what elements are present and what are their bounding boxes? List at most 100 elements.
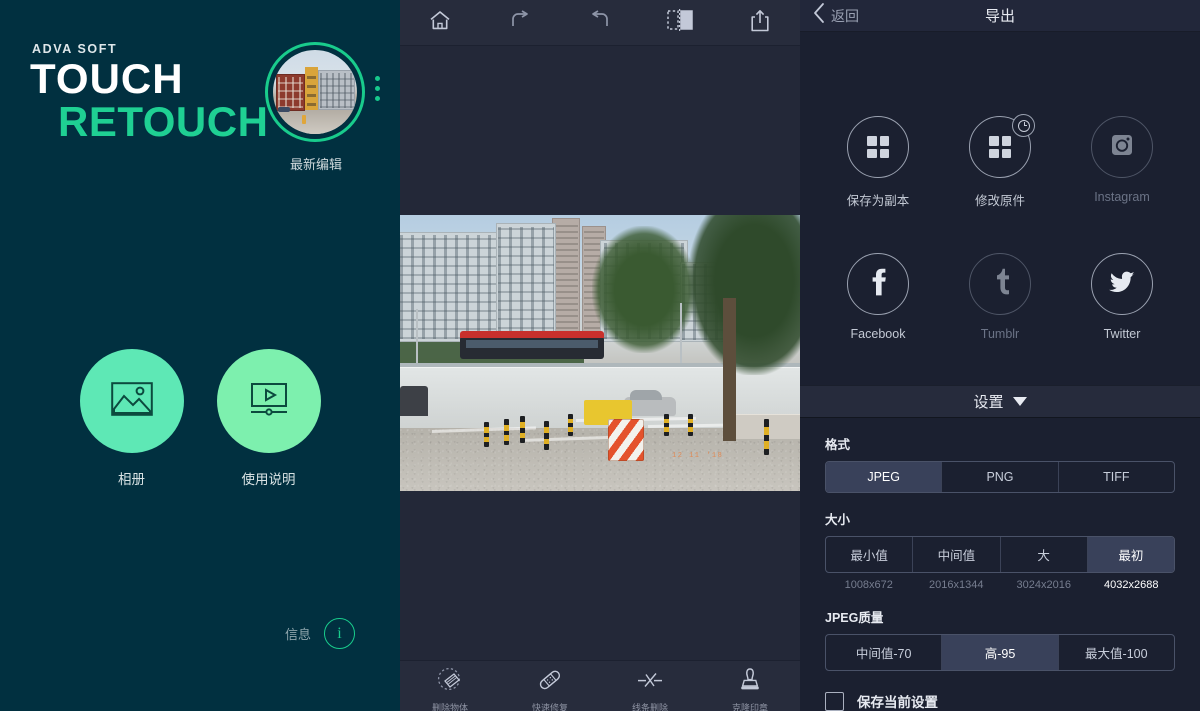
size-dimension: 4032x2688 bbox=[1104, 579, 1159, 591]
editor-canvas[interactable]: 12 11 '18 bbox=[400, 46, 800, 660]
photo-library-icon bbox=[110, 381, 153, 421]
quick-repair-bandage-icon bbox=[536, 667, 564, 698]
recent-photo-thumbnail[interactable] bbox=[265, 42, 365, 142]
share-row-primary: 保存为副本 修改原件 Instagram bbox=[800, 114, 1200, 209]
back-button[interactable]: 返回 bbox=[800, 2, 859, 29]
format-option-png[interactable]: PNG bbox=[941, 462, 1057, 492]
save-as-copy-circle[interactable] bbox=[847, 116, 909, 178]
quality-option-max[interactable]: 最大值-100 bbox=[1057, 635, 1174, 670]
home-button[interactable] bbox=[400, 0, 480, 46]
app-title: TOUCH RETOUCH bbox=[30, 57, 268, 144]
tool-label: 删除物体 bbox=[431, 703, 468, 711]
size-dimension: 1008x672 bbox=[844, 579, 893, 591]
format-option-tiff[interactable]: TIFF bbox=[1057, 462, 1174, 492]
size-segmented-control: 最小值 中间值 大 最初 bbox=[825, 536, 1175, 573]
info-row[interactable]: 信息 i bbox=[0, 618, 400, 649]
thumb-building-grey bbox=[318, 70, 356, 111]
grid-cell bbox=[1001, 136, 1011, 146]
photo-bollard bbox=[688, 413, 693, 436]
recent-photo-thumbnail-image bbox=[273, 50, 357, 134]
more-dot bbox=[375, 86, 380, 91]
manual-button[interactable] bbox=[216, 349, 321, 453]
format-option-jpeg[interactable]: JPEG bbox=[826, 462, 942, 492]
grid-cell bbox=[989, 136, 999, 146]
quality-option-medium[interactable]: 中间值-70 bbox=[826, 635, 941, 670]
tumblr-circle[interactable] bbox=[969, 253, 1031, 315]
photo-bollard bbox=[520, 416, 525, 443]
share-tumblr[interactable]: Tumblr bbox=[962, 253, 1038, 341]
grid-cell bbox=[879, 148, 889, 158]
clock-badge-icon bbox=[1012, 114, 1035, 137]
share-save-as-copy[interactable]: 保存为副本 bbox=[840, 116, 916, 209]
undo-icon bbox=[509, 10, 531, 35]
photo-tunnel-entrance bbox=[400, 386, 428, 417]
thumb-car bbox=[278, 107, 290, 113]
photo-date-stamp: 12 11 '18 bbox=[672, 452, 724, 461]
share-twitter[interactable]: Twitter bbox=[1084, 253, 1160, 341]
size-option-medium[interactable]: 中间值 bbox=[912, 537, 999, 572]
overwrite-original-circle[interactable] bbox=[969, 114, 1035, 178]
share-facebook[interactable]: Facebook bbox=[840, 253, 916, 341]
info-icon[interactable]: i bbox=[324, 618, 355, 649]
tool-object-removal[interactable]: 删除物体 bbox=[400, 661, 500, 711]
sidebar-item-album[interactable]: 相册 bbox=[79, 349, 184, 488]
tool-quick-repair[interactable]: 快速修复 bbox=[500, 661, 600, 711]
editor-panel: 12 11 '18 删除物体 快速修复 线条删除 克隆印章 bbox=[400, 0, 800, 711]
editor-tools-bar: 删除物体 快速修复 线条删除 克隆印章 bbox=[400, 660, 800, 711]
export-button[interactable] bbox=[720, 0, 800, 46]
object-removal-icon bbox=[436, 667, 464, 698]
facebook-circle[interactable] bbox=[847, 253, 909, 315]
settings-toggle[interactable]: 设置 bbox=[800, 385, 1200, 418]
edited-photo[interactable]: 12 11 '18 bbox=[400, 215, 800, 491]
quality-option-high[interactable]: 高-95 bbox=[941, 635, 1058, 670]
tool-clone-stamp[interactable]: 克隆印章 bbox=[700, 661, 800, 711]
album-button[interactable] bbox=[79, 349, 184, 453]
recent-edit-block[interactable]: 最新编辑 bbox=[265, 42, 367, 173]
more-vertical-icon[interactable] bbox=[375, 76, 380, 101]
format-label: 格式 bbox=[825, 438, 851, 452]
thumb-road bbox=[273, 110, 357, 134]
photo-tree-trunk bbox=[723, 297, 736, 442]
save-current-settings-row[interactable]: 保存当前设置 bbox=[825, 691, 1175, 711]
settings-label: 设置 bbox=[973, 394, 1004, 411]
line-removal-icon bbox=[635, 667, 665, 698]
photo-bus bbox=[460, 330, 604, 359]
save-current-settings-checkbox[interactable] bbox=[825, 691, 844, 711]
share-label: 修改原件 bbox=[974, 194, 1025, 208]
save-as-copy-grid-icon bbox=[867, 136, 889, 158]
settings-body: 格式 JPEG PNG TIFF 大小 最小值 中间值 大 最初 1008x67… bbox=[800, 418, 1200, 711]
share-label: Facebook bbox=[850, 327, 906, 341]
size-option-min[interactable]: 最小值 bbox=[826, 537, 912, 572]
undo-button[interactable] bbox=[480, 0, 560, 46]
chevron-left-icon bbox=[812, 2, 826, 29]
share-overwrite-original[interactable]: 修改原件 bbox=[962, 114, 1038, 209]
photo-bollard bbox=[544, 420, 549, 450]
grid-cell bbox=[989, 148, 999, 158]
instagram-circle[interactable] bbox=[1091, 116, 1153, 178]
compare-button[interactable] bbox=[640, 0, 720, 46]
size-option-large[interactable]: 大 bbox=[999, 537, 1087, 572]
format-segmented-control: JPEG PNG TIFF bbox=[825, 461, 1175, 493]
size-field: 大小 最小值 中间值 大 最初 1008x672 2016x1344 3024x… bbox=[825, 509, 1175, 591]
twitter-icon bbox=[1108, 270, 1136, 299]
clone-stamp-icon bbox=[737, 667, 763, 698]
share-targets-area: 保存为副本 修改原件 Instagram Facebook Tumblr Twi… bbox=[800, 32, 1200, 341]
overwrite-original-grid-clock-icon bbox=[989, 136, 1011, 158]
thumb-building-yellow bbox=[304, 66, 319, 111]
grid-cell bbox=[1001, 148, 1011, 158]
tool-line-removal[interactable]: 线条删除 bbox=[600, 661, 700, 711]
share-instagram[interactable]: Instagram bbox=[1084, 116, 1160, 209]
redo-button[interactable] bbox=[560, 0, 640, 46]
jpeg-quality-segmented-control: 中间值-70 高-95 最大值-100 bbox=[825, 634, 1175, 671]
recent-edit-label: 最新编辑 bbox=[289, 157, 342, 172]
tumblr-icon bbox=[991, 268, 1010, 301]
grid-cell bbox=[867, 148, 877, 158]
home-screen-panel: ADVA SOFT TOUCH RETOUCH 最新编辑 相册 使用说明 信息 … bbox=[0, 0, 400, 711]
photo-bollard bbox=[504, 419, 509, 446]
home-actions-row: 相册 使用说明 bbox=[0, 349, 400, 488]
size-option-original[interactable]: 最初 bbox=[1086, 537, 1174, 572]
sidebar-item-manual[interactable]: 使用说明 bbox=[216, 349, 321, 488]
photo-bollard bbox=[764, 419, 769, 456]
twitter-circle[interactable] bbox=[1091, 253, 1153, 315]
more-dot bbox=[375, 76, 380, 81]
